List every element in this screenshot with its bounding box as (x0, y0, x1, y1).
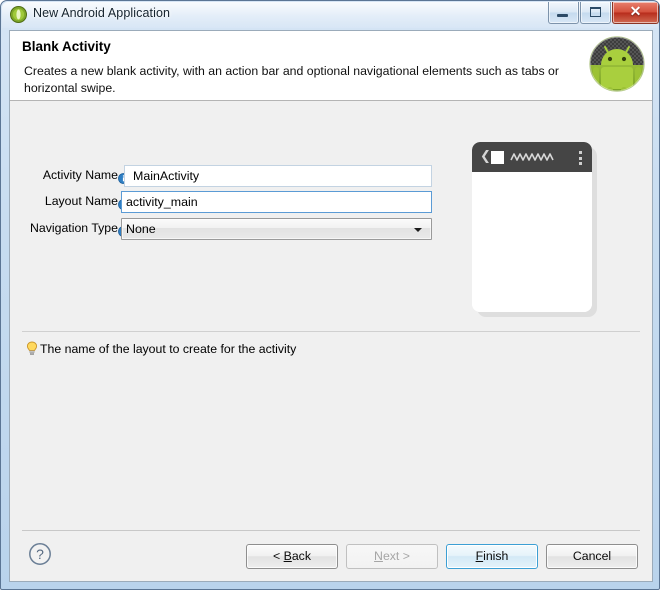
dialog-client: Blank Activity Creates a new blank activ… (9, 30, 653, 582)
field-row-layout-name: Layout Name activity_main (10, 191, 440, 213)
preview-phone: ❮ (472, 142, 592, 312)
navigation-type-select[interactable]: None (121, 218, 432, 240)
dialog-button-bar: < Back Next > Finish Cancel (246, 544, 638, 569)
title-bar[interactable]: New Android Application ✕ (1, 1, 659, 28)
overflow-menu-icon (579, 151, 582, 165)
back-button-suffix: ack (291, 549, 311, 563)
help-icon[interactable]: ? (28, 542, 52, 566)
activity-name-label: Activity Name (42, 168, 118, 182)
window-controls: ✕ (547, 2, 659, 24)
android-robot-logo (588, 33, 646, 95)
blank-activity-preview: ❮ (472, 142, 597, 317)
minimize-button[interactable] (548, 2, 579, 24)
field-row-navigation-type: Navigation Type None (10, 218, 440, 240)
next-button-mnemonic: N (374, 549, 383, 563)
next-button: Next > (346, 544, 438, 569)
back-button-mnemonic: B (283, 549, 292, 563)
field-row-activity-name: Activity Name MainActivity (10, 165, 440, 187)
dialog-window: New Android Application ✕ Blank Activity… (0, 0, 660, 590)
cancel-button[interactable]: Cancel (546, 544, 638, 569)
cancel-button-suffix: Cancel (572, 549, 612, 563)
finish-button-suffix: inish (483, 549, 509, 563)
chevron-down-icon (414, 228, 422, 232)
restore-button[interactable] (580, 2, 611, 24)
svg-text:?: ? (36, 546, 44, 562)
preview-action-bar: ❮ (472, 142, 592, 172)
back-chevron-icon: ❮ (480, 149, 491, 164)
close-button[interactable]: ✕ (612, 2, 659, 24)
footer-separator (22, 530, 640, 531)
back-button-prefix: < (273, 549, 284, 563)
navigation-type-label: Navigation Type (30, 221, 118, 235)
close-icon: ✕ (629, 3, 642, 19)
hint-bar: The name of the layout to create for the… (10, 331, 652, 361)
app-icon (491, 151, 504, 164)
hint-separator (22, 331, 640, 332)
lightbulb-icon (26, 341, 38, 356)
finish-button-mnemonic: F (475, 549, 484, 563)
next-button-suffix: ext > (382, 549, 410, 563)
activity-name-input[interactable]: MainActivity (124, 165, 432, 187)
window-title: New Android Application (33, 6, 171, 20)
page-title: Blank Activity (22, 39, 111, 54)
zigzag-title-placeholder (510, 150, 558, 164)
preview-content-area (472, 172, 592, 312)
android-app-icon (10, 6, 27, 23)
hint-message: The name of the layout to create for the… (40, 342, 297, 356)
layout-name-label: Layout Name (44, 194, 118, 208)
back-button[interactable]: < Back (246, 544, 338, 569)
navigation-type-value: None (126, 222, 156, 236)
finish-button[interactable]: Finish (446, 544, 538, 569)
layout-name-input[interactable]: activity_main (121, 191, 432, 213)
page-description: Creates a new blank activity, with an ac… (24, 64, 559, 95)
wizard-header: Blank Activity Creates a new blank activ… (10, 31, 652, 101)
